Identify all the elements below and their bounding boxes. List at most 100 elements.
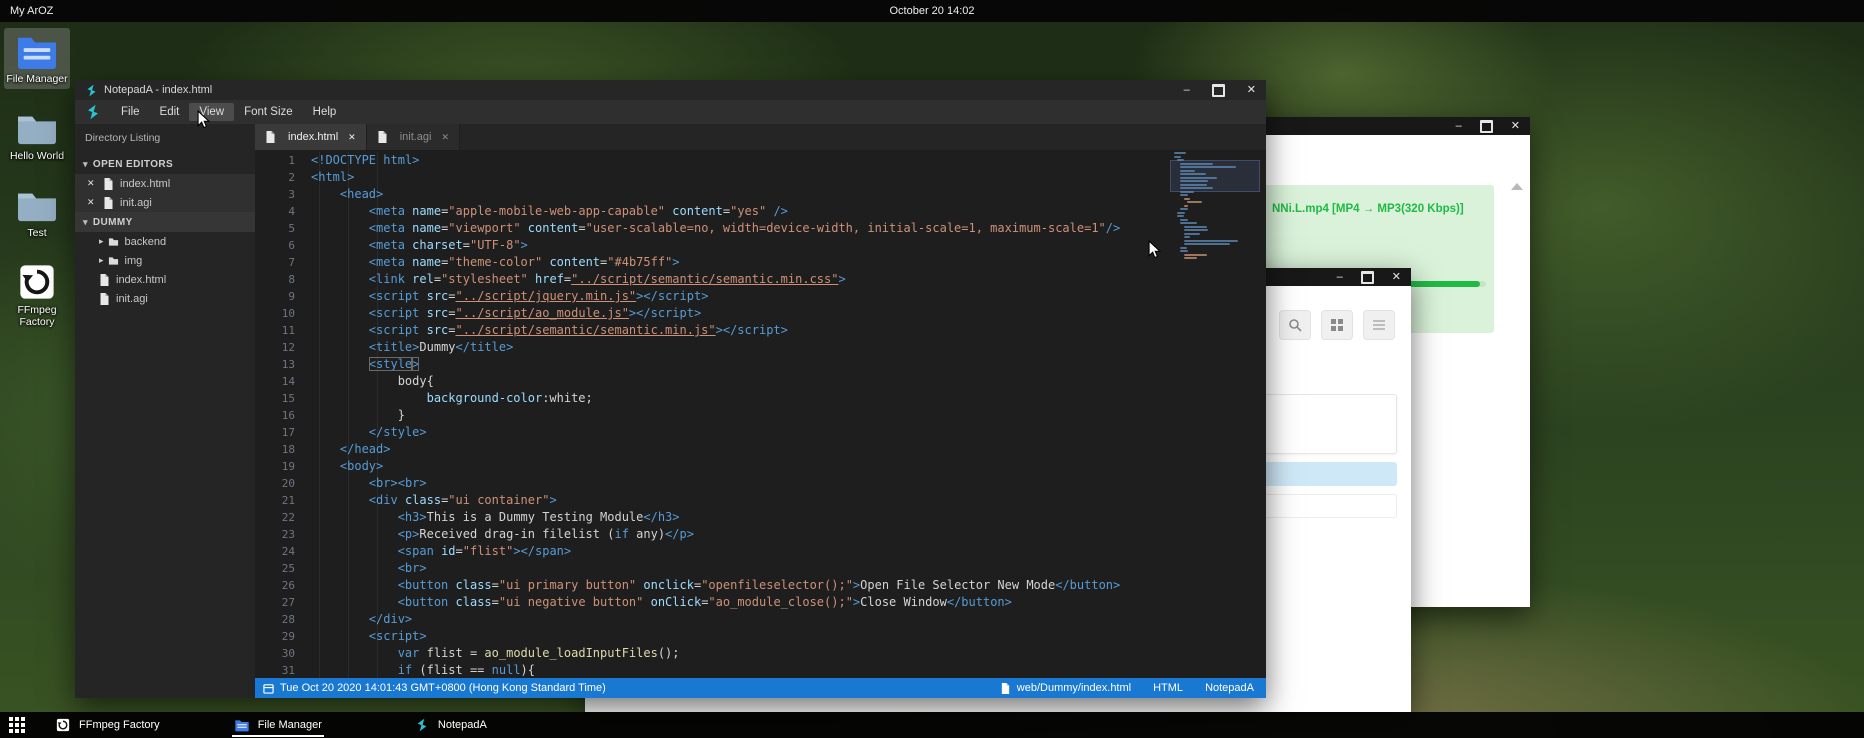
code-line[interactable]: 5 <meta name="viewport" content="user-sc… <box>255 220 1266 237</box>
menu-edit[interactable]: Edit <box>150 103 190 121</box>
grid-view-button[interactable] <box>1321 310 1353 340</box>
code-line[interactable]: 8 <link rel="stylesheet" href="../script… <box>255 271 1266 288</box>
sidebar-item-img[interactable]: ▸img <box>75 251 255 270</box>
code-text: <meta name="apple-mobile-web-app-capable… <box>311 203 788 220</box>
editor-tabbar: index.html✕init.agi✕ <box>255 124 1266 150</box>
code-line[interactable]: 21 <div class="ui container"> <box>255 492 1266 509</box>
directory-sidebar: Directory Listing ▾OPEN EDITORS✕index.ht… <box>75 124 255 698</box>
code-line[interactable]: 20 <br><br> <box>255 475 1266 492</box>
desktop-icons: File Manager Hello World Test FFmpeg Factor… <box>4 28 70 348</box>
sidebar-item-index-html[interactable]: ✕index.html <box>75 174 255 193</box>
minimize-button[interactable]: – <box>1184 85 1190 96</box>
code-text: <title>Dummy</title> <box>311 339 513 356</box>
code-line[interactable]: 26 <button class="ui primary button" onc… <box>255 577 1266 594</box>
line-number: 5 <box>255 220 311 237</box>
line-number: 3 <box>255 186 311 203</box>
sidebar-item-backend[interactable]: ▸backend <box>75 232 255 251</box>
code-line[interactable]: 18 </head> <box>255 441 1266 458</box>
code-line[interactable]: 19 <body> <box>255 458 1266 475</box>
code-line[interactable]: 3 <head> <box>255 186 1266 203</box>
app-menu-icon[interactable] <box>7 715 27 735</box>
code-text: <button class="ui primary button" onclic… <box>311 577 1120 594</box>
minimize-button[interactable]: – <box>1337 272 1343 283</box>
scroll-up-icon[interactable] <box>1511 183 1523 190</box>
code-line[interactable]: 15 background-color:white; <box>255 390 1266 407</box>
maximize-button[interactable] <box>1212 84 1225 97</box>
maximize-button[interactable] <box>1361 271 1374 284</box>
desktop-icon-test[interactable]: Test <box>4 182 70 243</box>
conversion-task-label: NNi.L.mp4 [MP4 → MP3(320 Kbps)] <box>1272 203 1484 215</box>
close-button[interactable]: ✕ <box>1392 272 1401 283</box>
code-line[interactable]: 30 var flist = ao_module_loadInputFiles(… <box>255 645 1266 662</box>
minimap-line <box>1180 166 1236 168</box>
code-line[interactable]: 13 <style> <box>255 356 1266 373</box>
code-line[interactable]: 17 </style> <box>255 424 1266 441</box>
indent-guide <box>348 152 349 678</box>
line-number: 25 <box>255 560 311 577</box>
taskbar-item-notepada[interactable]: NotepadA <box>408 712 493 738</box>
code-line[interactable]: 31 if (flist == null){ <box>255 662 1266 678</box>
close-icon[interactable]: ✕ <box>348 132 356 143</box>
maximize-button[interactable] <box>1480 120 1493 133</box>
minimize-button[interactable]: – <box>1456 121 1462 132</box>
sidebar-section-dummy[interactable]: ▾DUMMY <box>75 212 255 232</box>
close-button[interactable]: ✕ <box>1247 85 1256 96</box>
code-line[interactable]: 14 body{ <box>255 373 1266 390</box>
status-language[interactable]: HTML <box>1153 682 1183 694</box>
list-view-button[interactable] <box>1363 310 1395 340</box>
folder-icon <box>14 186 60 224</box>
code-line[interactable]: 9 <script src="../script/jquery.min.js">… <box>255 288 1266 305</box>
sidebar-item-index-html[interactable]: index.html <box>75 270 255 289</box>
line-number: 29 <box>255 628 311 645</box>
taskbar-item-ffmpeg-factory[interactable]: FFmpeg Factory <box>49 712 166 738</box>
sidebar-item-init-agi[interactable]: init.agi <box>75 289 255 308</box>
desktop-icon-ffmpeg-factory[interactable]: FFmpeg Factory <box>4 259 70 332</box>
line-number: 20 <box>255 475 311 492</box>
desktop-icon-hello-world[interactable]: Hello World <box>4 105 70 166</box>
status-datetime: Tue Oct 20 2020 14:01:43 GMT+0800 (Hong … <box>280 682 606 694</box>
desktop-icon-file-manager[interactable]: File Manager <box>4 28 70 89</box>
code-text: <button class="ui negative button" onCli… <box>311 594 1012 611</box>
sidebar-item-init-agi[interactable]: ✕init.agi <box>75 193 255 212</box>
close-icon[interactable]: ✕ <box>87 178 97 189</box>
code-line[interactable]: 29 <script> <box>255 628 1266 645</box>
taskbar-item-label: NotepadA <box>438 719 487 731</box>
code-line[interactable]: 4 <meta name="apple-mobile-web-app-capab… <box>255 203 1266 220</box>
code-line[interactable]: 27 <button class="ui negative button" on… <box>255 594 1266 611</box>
tab-init-agi[interactable]: init.agi✕ <box>367 124 460 150</box>
taskbar-item-file-manager[interactable]: File Manager <box>228 712 328 738</box>
code-line[interactable]: 25 <br> <box>255 560 1266 577</box>
code-line[interactable]: 6 <meta charset="UTF-8"> <box>255 237 1266 254</box>
menu-view[interactable]: View <box>189 103 234 121</box>
menu-font-size[interactable]: Font Size <box>234 103 303 121</box>
code-editor[interactable]: 1<!DOCTYPE html>2<html>3 <head>4 <meta n… <box>255 150 1266 678</box>
close-button[interactable]: ✕ <box>1511 121 1520 132</box>
code-line[interactable]: 7 <meta name="theme-color" content="#4b7… <box>255 254 1266 271</box>
menu-file[interactable]: File <box>111 103 150 121</box>
line-number: 23 <box>255 526 311 543</box>
minimap-line <box>1174 156 1181 158</box>
sidebar-section-open-editors[interactable]: ▾OPEN EDITORS <box>75 154 255 174</box>
close-icon[interactable]: ✕ <box>87 197 97 208</box>
code-line[interactable]: 23 <p>Received drag-in filelist (if any)… <box>255 526 1266 543</box>
code-line[interactable]: 10 <script src="../script/ao_module.js">… <box>255 305 1266 322</box>
code-line[interactable]: 28 </div> <box>255 611 1266 628</box>
code-line[interactable]: 24 <span id="flist"></span> <box>255 543 1266 560</box>
code-line[interactable]: 1<!DOCTYPE html> <box>255 152 1266 169</box>
code-text: <!DOCTYPE html> <box>311 152 419 169</box>
close-icon[interactable]: ✕ <box>441 132 449 143</box>
scrollbar[interactable] <box>1508 143 1526 599</box>
tab-index-html[interactable]: index.html✕ <box>255 124 367 150</box>
code-line[interactable]: 22 <h3>This is a Dummy Testing Module</h… <box>255 509 1266 526</box>
code-line[interactable]: 16 } <box>255 407 1266 424</box>
search-button[interactable] <box>1279 310 1311 340</box>
code-line[interactable]: 2<html> <box>255 169 1266 186</box>
minimap[interactable] <box>1174 152 1254 264</box>
code-line[interactable]: 12 <title>Dummy</title> <box>255 339 1266 356</box>
notepada-logo-icon <box>85 104 101 120</box>
menu-help[interactable]: Help <box>303 103 347 121</box>
notepada-window[interactable]: NotepadA - index.html – ✕ FileEditViewFo… <box>75 80 1266 698</box>
line-number: 17 <box>255 424 311 441</box>
code-line[interactable]: 11 <script src="../script/semantic/seman… <box>255 322 1266 339</box>
minimap-line <box>1184 229 1209 231</box>
